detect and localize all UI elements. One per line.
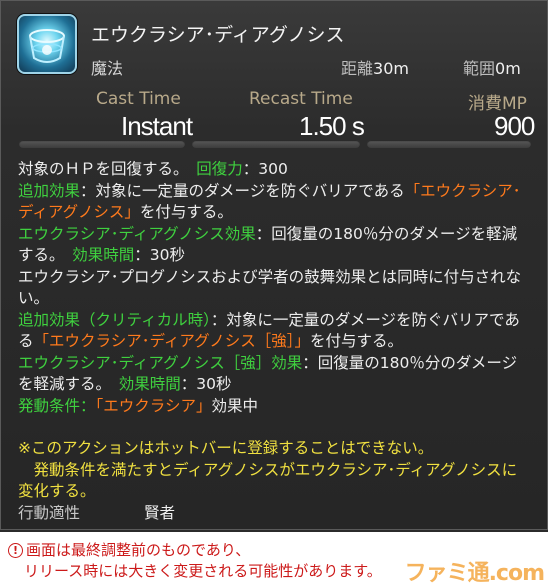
desc-line: 発動条件：「エウクラシア」効果中 [18, 396, 532, 418]
site-watermark: ファミ通.com [404, 561, 545, 586]
range-value: 30m [373, 59, 409, 78]
effect-keyword: 追加効果 [18, 181, 81, 200]
cast-time-value: Instant [121, 111, 193, 141]
effect-keyword: エウクラシア･ディアグノシス［強］効果 [18, 353, 303, 372]
desc-text: ：30秒 [180, 375, 232, 393]
radius-info: 範囲0m [463, 55, 521, 79]
recast-time-label: Recast Time [249, 89, 353, 109]
warning-icon: ! [8, 543, 23, 558]
preview-notice: ! 画面は最終調整前のものであり、 リリース時には大きく変更される可能性があります… [0, 532, 548, 587]
desc-text: ：30秒 [134, 246, 186, 264]
desc-text: 対象のＨＰを回復する。 [18, 160, 181, 178]
desc-line: 追加効果（クリティカル時）：対象に一定量のダメージを防ぐバリアである「エウクラシ… [18, 310, 532, 353]
effect-keyword: ： [80, 396, 96, 415]
job-value: 賢者 [144, 503, 176, 522]
desc-line: 追加効果：対象に一定量のダメージを防ぐバリアである「エウクラシア･ディアグノシス… [18, 181, 532, 224]
radius-label: 範囲 [463, 59, 496, 78]
range-label: 距離 [341, 59, 374, 78]
action-tooltip: エウクラシア･ディアグノシス 魔法 距離30m 範囲0m Cast Time R… [0, 0, 548, 530]
transform-note: 発動条件を満たすとディアグノシスがエウクラシア･ディアグノシスに変化する。 [18, 460, 518, 501]
range-info: 距離30m [341, 55, 409, 79]
effect-keyword: 効果時間 [118, 375, 181, 393]
cast-time-label: Cast Time [96, 89, 181, 109]
status-name: 「エウクラシア」 [95, 396, 212, 415]
job-requirement: 行動適性 賢者 [18, 503, 532, 525]
desc-text: を付与する。 [310, 332, 404, 350]
desc-line: エウクラシア･ディアグノシス効果：回復量の180％分のダメージを軽減する。 効果… [18, 224, 532, 267]
desc-text: を付与する。 [139, 203, 233, 221]
effect-keyword: 効果時間 [72, 246, 135, 264]
effect-keyword: 発動条件 [18, 396, 81, 415]
recast-time-value: 1.50 s [299, 111, 365, 141]
mp-cost-bar [367, 140, 531, 148]
desc-text: 効果中 [211, 396, 258, 415]
eukrasian-diagnosis-icon [17, 14, 77, 74]
desc-text: ：300 [242, 160, 288, 178]
mp-cost-value: 900 [494, 111, 535, 141]
desc-line: 対象のＨＰを回復する。 回復力：300 [18, 159, 532, 181]
cast-time-bar [19, 140, 185, 148]
effect-keyword: エウクラシア･ディアグノシス効果 [18, 224, 256, 243]
notice-line-2: リリース時には大きく変更される可能性があります。 [24, 562, 382, 580]
effect-keyword: 追加効果（クリティカル時） [18, 310, 211, 329]
effect-keyword: 回復力 [196, 160, 243, 178]
desc-text: ：対象に一定量のダメージを防ぐバリアである [80, 181, 405, 200]
action-description: 対象のＨＰを回復する。 回復力：300 追加効果：対象に一定量のダメージを防ぐバ… [18, 159, 532, 524]
action-type: 魔法 [91, 59, 124, 78]
notice-line-1: ! 画面は最終調整前のものであり、 [8, 540, 250, 561]
radius-value: 0m [495, 59, 521, 78]
desc-line: エウクラシア･ディアグノシス［強］効果：回復量の180％分のダメージを軽減する。… [18, 353, 532, 396]
action-name: エウクラシア･ディアグノシス [91, 24, 345, 46]
status-name: 「エウクラシア･ディアグノシス［強］」 [33, 332, 311, 350]
job-label: 行動適性 [18, 503, 81, 522]
notice-text: 画面は最終調整前のものであり、 [26, 541, 251, 559]
recast-time-bar [192, 140, 360, 148]
hotbar-note: ※このアクションはホットバーに登録することはできない。 [18, 439, 434, 457]
desc-line: エウクラシア･プログノシスおよび学者の鼓舞効果とは同時に付与されない。 [18, 267, 522, 308]
